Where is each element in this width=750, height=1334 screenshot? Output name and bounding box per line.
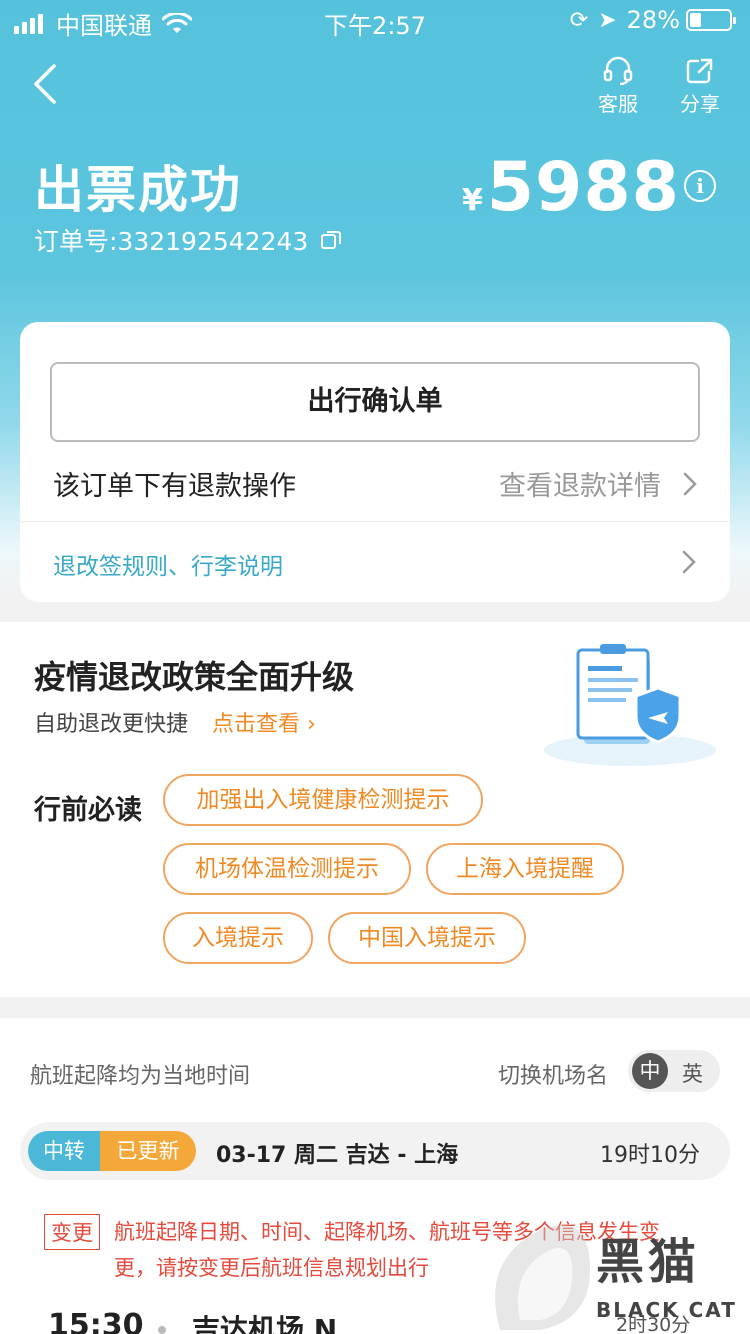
lang-zh-option[interactable]: 中 <box>632 1053 668 1089</box>
order-actions-card: 出行确认单 该订单下有退款操作 查看退款详情 退改签规则、行李说明 <box>20 322 730 602</box>
departure-time: 15:30 <box>48 1308 144 1334</box>
chevron-right-icon <box>683 472 697 496</box>
price-info-icon[interactable]: i <box>684 170 716 202</box>
updated-badge: 已更新 <box>100 1131 196 1171</box>
customer-service-label: 客服 <box>598 92 638 116</box>
refund-row[interactable]: 该订单下有退款操作 查看退款详情 <box>53 462 701 506</box>
flight-route: 03-17 周二 吉达 - 上海 <box>216 1143 459 1168</box>
travel-policy-section: 疫情退改政策全面升级 自助退改更快捷 点击查看 › 行前必读 加强出入境健康检测… <box>0 622 750 997</box>
switch-airport-name-label: 切换机场名 <box>498 1064 609 1089</box>
policy-document-shield-icon <box>544 644 716 766</box>
page-title: 出票成功 <box>34 161 242 219</box>
customer-service-button[interactable]: 客服 <box>578 56 658 117</box>
airport-language-toggle[interactable]: 中 英 <box>628 1050 720 1092</box>
price-amount: 5988 <box>486 148 680 227</box>
headset-icon <box>603 56 633 86</box>
order-number: 订单号:332192542243 <box>34 227 309 256</box>
tag-entry-notice[interactable]: 入境提示 <box>163 912 313 964</box>
policy-subtitle: 自助退改更快捷 <box>34 712 189 737</box>
divider <box>20 521 730 522</box>
flight-summary-bar[interactable]: 中转 已更新 03-17 周二 吉达 - 上海 19时10分 <box>20 1122 730 1180</box>
watermark-subtext: BLACK CAT <box>596 1298 737 1322</box>
rules-link[interactable]: 退改签规则、行李说明 <box>53 547 283 581</box>
share-label: 分享 <box>680 92 720 116</box>
battery-icon <box>686 9 736 31</box>
lang-en-option[interactable]: 英 <box>682 1058 703 1088</box>
tag-shanghai-entry[interactable]: 上海入境提醒 <box>426 843 624 895</box>
change-badge: 变更 <box>44 1214 100 1250</box>
tag-health-check[interactable]: 加强出入境健康检测提示 <box>163 774 483 826</box>
local-time-note: 航班起降均为当地时间 <box>30 1064 251 1089</box>
pre-travel-label: 行前必读 <box>34 795 142 826</box>
policy-title: 疫情退改政策全面升级 <box>34 658 355 696</box>
price: ¥ 5988 <box>462 148 680 227</box>
tag-airport-temperature[interactable]: 机场体温检测提示 <box>163 843 411 895</box>
battery-percent: 28% <box>626 6 680 34</box>
location-icon: ➤ <box>598 7 617 33</box>
refund-details-link[interactable]: 查看退款详情 <box>499 464 661 503</box>
share-button[interactable]: 分享 <box>660 56 740 117</box>
tag-china-entry[interactable]: 中国入境提示 <box>328 912 526 964</box>
currency-symbol: ¥ <box>461 183 483 218</box>
status-bar: 中国联通 下午2:57 ⟳ ➤ 28% <box>0 0 750 40</box>
timeline-dot <box>158 1326 166 1334</box>
departure-airport: 吉达机场 N <box>192 1313 338 1334</box>
policy-view-link[interactable]: 点击查看 › <box>212 706 316 738</box>
share-icon <box>686 58 713 84</box>
order-number-row: 订单号:332192542243 <box>34 222 342 258</box>
travel-confirmation-button[interactable]: 出行确认单 <box>50 362 700 442</box>
refund-label: 该订单下有退款操作 <box>53 471 296 502</box>
back-icon[interactable] <box>28 60 68 108</box>
rotation-lock-icon: ⟳ <box>569 7 589 33</box>
transfer-badge: 中转 <box>28 1131 100 1171</box>
watermark-text: 黑猫 <box>596 1234 701 1290</box>
copy-icon[interactable] <box>320 229 342 251</box>
chevron-right-icon[interactable] <box>682 550 696 574</box>
flight-duration: 19时10分 <box>600 1143 700 1168</box>
